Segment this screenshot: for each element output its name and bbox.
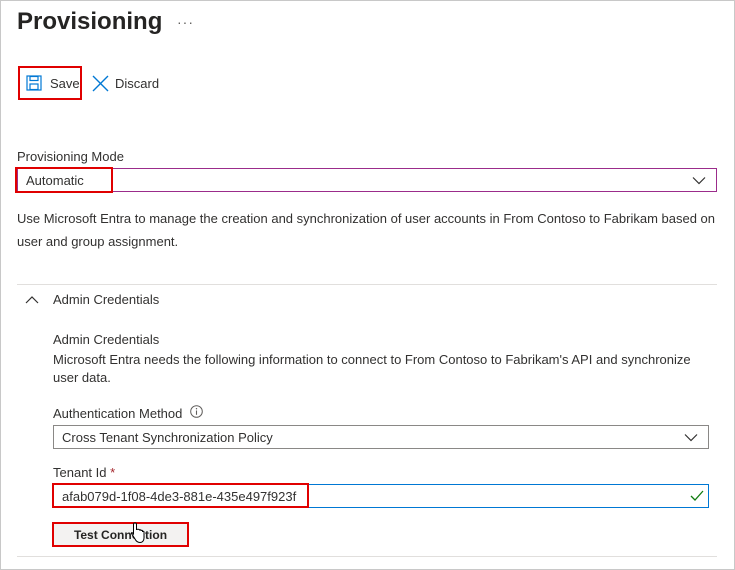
provisioning-mode-label: Provisioning Mode (17, 149, 124, 164)
auth-method-select[interactable]: Cross Tenant Synchronization Policy (53, 425, 709, 449)
auth-method-label-row: Authentication Method (53, 405, 204, 421)
chevron-down-icon (684, 430, 698, 445)
admin-credentials-section-toggle[interactable]: Admin Credentials (25, 292, 159, 307)
discard-label: Discard (115, 75, 160, 91)
divider (17, 284, 717, 285)
close-icon (92, 75, 109, 92)
mouse-pointer-icon (130, 522, 145, 549)
checkmark-icon (690, 489, 704, 507)
provisioning-mode-select[interactable]: Automatic (17, 168, 717, 192)
auth-method-label: Authentication Method (53, 405, 183, 421)
page-title: Provisioning (17, 8, 163, 35)
required-marker: * (110, 465, 116, 480)
admin-credentials-heading: Admin Credentials (53, 332, 160, 347)
save-button[interactable]: Save (18, 66, 82, 100)
auth-method-value: Cross Tenant Synchronization Policy (62, 429, 273, 445)
provisioning-mode-description: Use Microsoft Entra to manage the creati… (17, 211, 716, 249)
tenant-id-label: Tenant Id (53, 465, 107, 480)
test-connection-button[interactable]: Test Connection (52, 522, 189, 547)
admin-credentials-description: Microsoft Entra needs the following info… (53, 352, 691, 385)
tenant-id-input[interactable] (53, 484, 709, 508)
save-label: Save (50, 75, 80, 91)
more-options-icon[interactable]: ··· (177, 14, 194, 30)
section-title: Admin Credentials (53, 292, 160, 307)
info-icon[interactable] (190, 405, 204, 421)
discard-button[interactable]: Discard (92, 72, 159, 94)
tenant-id-label-row: Tenant Id * (53, 465, 115, 480)
save-icon (26, 75, 42, 91)
chevron-up-icon (25, 292, 39, 307)
divider (17, 556, 717, 557)
chevron-down-icon (692, 173, 706, 188)
provisioning-mode-value: Automatic (26, 172, 84, 188)
